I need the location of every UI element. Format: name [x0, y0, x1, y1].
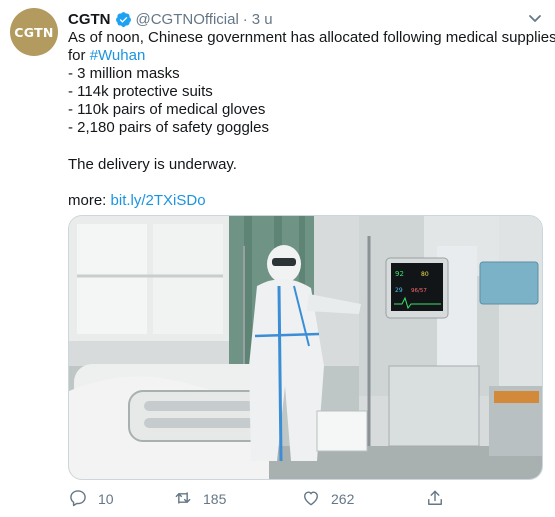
author-handle[interactable]: @CGTNOfficial [136, 11, 239, 28]
monitor-value: 96/57 [411, 288, 427, 294]
retweet-count: 185 [203, 491, 227, 507]
reply-icon [68, 488, 98, 511]
share-icon [425, 488, 455, 511]
hospital-ward-photo: 92 80 29 96/57 [69, 216, 542, 479]
supply-item: - 3 million masks [68, 65, 180, 83]
verified-badge-icon [115, 11, 132, 28]
supply-item: - 114k protective suits [68, 83, 213, 101]
supply-item: - 110k pairs of medical gloves [68, 101, 266, 119]
reply-button[interactable]: 10 [68, 488, 173, 511]
share-button[interactable] [425, 488, 455, 511]
monitor-value: 29 [395, 287, 403, 294]
more-prefix: more: [68, 191, 111, 209]
text-line: As of noon, Chinese government has alloc… [68, 29, 555, 46]
like-icon [301, 488, 331, 511]
retweet-button[interactable]: 185 [173, 488, 301, 511]
retweet-icon [173, 488, 203, 511]
reply-count: 10 [98, 491, 114, 507]
short-link[interactable]: bit.ly/2TXiSDo [111, 192, 206, 209]
hashtag-link[interactable]: #Wuhan [90, 47, 146, 64]
delivery-text: The delivery is underway. [68, 155, 237, 173]
like-button[interactable]: 262 [301, 488, 425, 511]
supply-item: - 2,180 pairs of safety goggles [68, 119, 269, 137]
timestamp[interactable]: 3 u [252, 11, 273, 28]
tweet-header: CGTN @CGTNOfficial · 3 u [68, 8, 545, 30]
avatar-label: CGTN [14, 24, 54, 40]
tweet-text: As of noon, Chinese government has alloc… [68, 29, 555, 210]
avatar[interactable]: CGTN [10, 8, 58, 56]
action-bar: 10 185 262 [68, 487, 545, 511]
separator-dot: · [242, 10, 248, 28]
more-line: more: bit.ly/2TXiSDo [68, 192, 543, 210]
author-name[interactable]: CGTN [68, 11, 111, 28]
text-prefix: for [68, 47, 90, 65]
like-count: 262 [331, 491, 355, 507]
monitor-value: 92 [395, 270, 404, 278]
tweet-photo[interactable]: 92 80 29 96/57 [68, 215, 543, 480]
text-line: for #Wuhan [68, 47, 543, 65]
monitor-value: 80 [421, 271, 429, 278]
